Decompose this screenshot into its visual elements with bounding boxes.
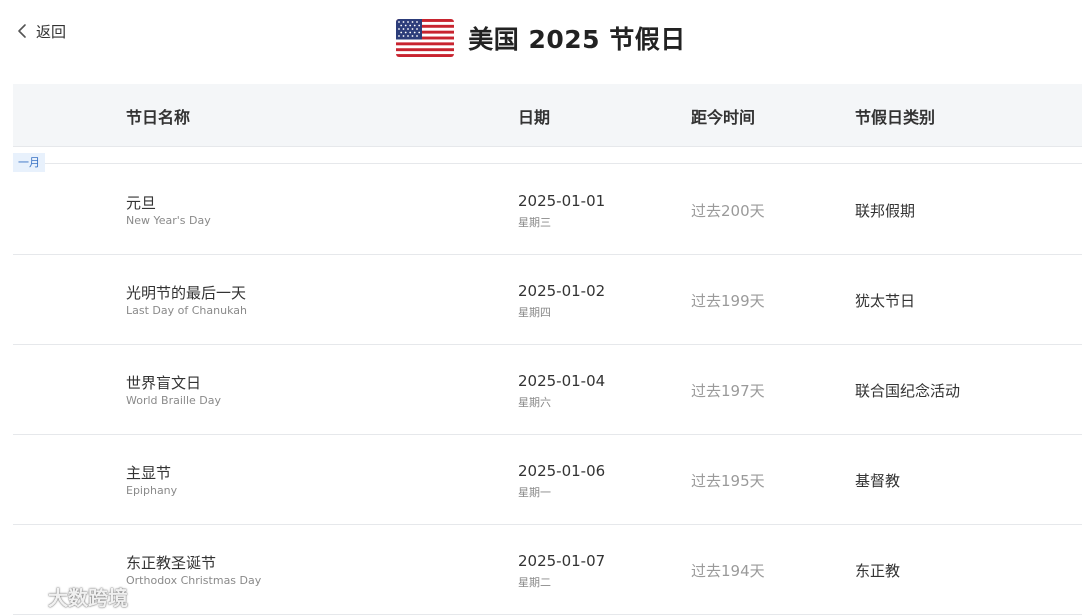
holiday-date: 2025-01-04 xyxy=(518,372,606,390)
holiday-weekday: 星期一 xyxy=(518,486,551,499)
holiday-name: 世界盲文日 xyxy=(126,374,202,392)
column-header-date: 日期 xyxy=(518,108,551,127)
holiday-name: 元旦 xyxy=(126,194,157,212)
holiday-name: 主显节 xyxy=(126,464,172,482)
holiday-name-en: Last Day of Chanukah xyxy=(126,304,247,317)
holiday-weekday: 星期二 xyxy=(518,576,551,589)
holiday-elapsed: 过去195天 xyxy=(691,472,765,490)
table-header: 节日名称 日期 距今时间 节假日类别 xyxy=(13,84,1082,147)
us-flag-icon xyxy=(396,19,455,57)
holiday-weekday: 星期四 xyxy=(518,306,551,319)
holiday-name-en: World Braille Day xyxy=(126,394,221,407)
holiday-category: 基督教 xyxy=(855,472,901,490)
column-header-elapsed: 距今时间 xyxy=(691,108,756,127)
column-header-category: 节假日类别 xyxy=(855,108,936,127)
watermark: 大数跨境 xyxy=(8,582,128,610)
holiday-date: 2025-01-07 xyxy=(518,552,606,570)
holiday-date: 2025-01-02 xyxy=(518,282,606,300)
holiday-name: 东正教圣诞节 xyxy=(126,554,217,572)
holiday-weekday: 星期三 xyxy=(518,216,551,229)
table-row[interactable]: 光明节的最后一天 Last Day of Chanukah 2025-01-02… xyxy=(13,254,1082,345)
table-row[interactable]: 元旦 New Year's Day 2025-01-01 星期三 过去200天 … xyxy=(13,164,1082,255)
holiday-date: 2025-01-06 xyxy=(518,462,606,480)
table-row[interactable]: 世界盲文日 World Braille Day 2025-01-04 星期六 过… xyxy=(13,344,1082,435)
holiday-category: 联合国纪念活动 xyxy=(855,382,961,400)
column-header-name: 节日名称 xyxy=(126,108,191,127)
holiday-name: 光明节的最后一天 xyxy=(126,284,247,302)
holiday-name-en: Orthodox Christmas Day xyxy=(126,574,262,587)
holiday-elapsed: 过去194天 xyxy=(691,562,765,580)
holiday-date: 2025-01-01 xyxy=(518,192,606,210)
holiday-elapsed: 过去199天 xyxy=(691,292,765,310)
page-header: 美国 2025 节假日 xyxy=(0,16,1082,60)
holiday-category: 联邦假期 xyxy=(855,202,916,220)
table-row[interactable]: 主显节 Epiphany 2025-01-06 星期一 过去195天 基督教 xyxy=(13,434,1082,525)
holiday-elapsed: 过去197天 xyxy=(691,382,765,400)
holiday-name-en: New Year's Day xyxy=(126,214,211,227)
holiday-weekday: 星期六 xyxy=(518,396,551,409)
page-title: 美国 2025 节假日 xyxy=(468,25,686,54)
holiday-name-en: Epiphany xyxy=(126,484,178,497)
watermark-text: 大数跨境 xyxy=(48,585,128,610)
brand-logo-icon xyxy=(10,585,42,607)
holiday-category: 东正教 xyxy=(855,562,901,580)
holiday-elapsed: 过去200天 xyxy=(691,202,765,220)
holiday-category: 犹太节日 xyxy=(855,292,916,310)
table-row[interactable]: 东正教圣诞节 Orthodox Christmas Day 2025-01-07… xyxy=(13,524,1082,615)
